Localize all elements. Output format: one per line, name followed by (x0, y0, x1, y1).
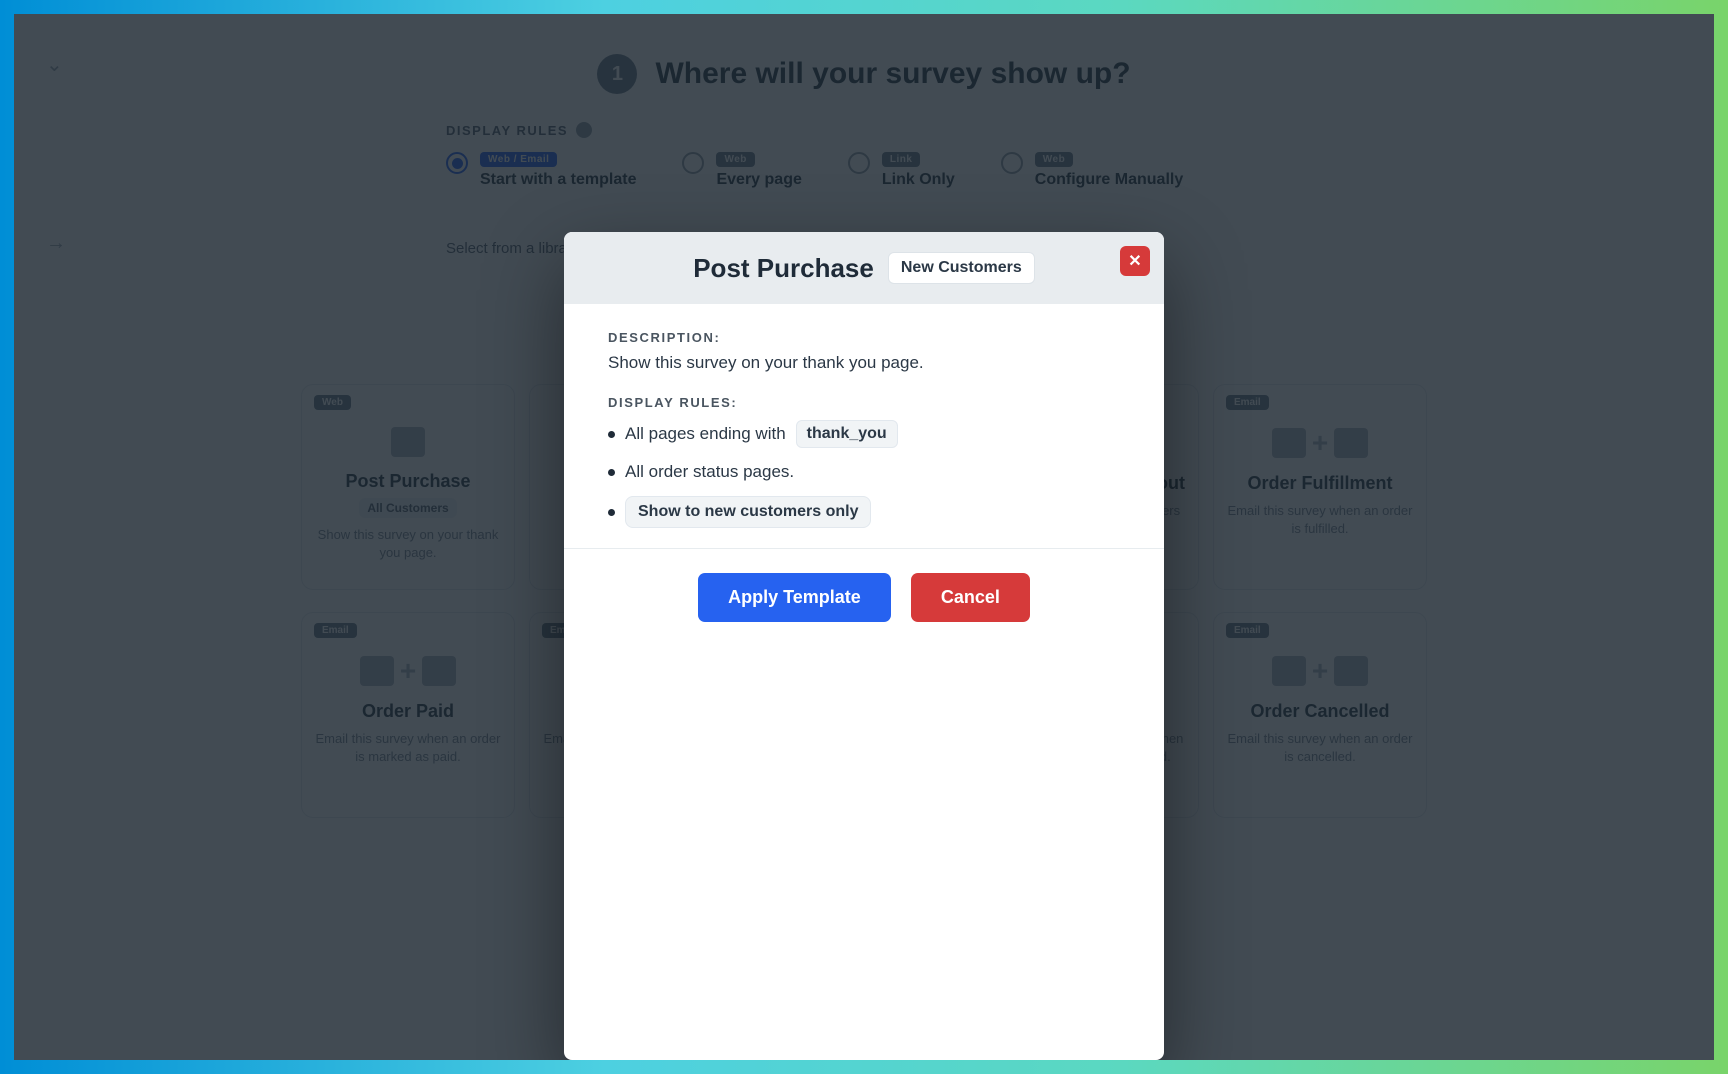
close-button[interactable]: ✕ (1120, 246, 1150, 276)
rule-text: All order status pages. (625, 462, 794, 482)
rule-item: All pages ending with thank_you (608, 420, 1120, 448)
display-rules-list: All pages ending with thank_you All orde… (608, 420, 1120, 528)
modal-badge: New Customers (888, 252, 1035, 284)
description-heading: DESCRIPTION: (608, 330, 1120, 345)
description-text: Show this survey on your thank you page. (608, 353, 1120, 373)
rule-item: Show to new customers only (608, 496, 1120, 528)
app-viewport: ⌄ → 1 Where will your survey show up? DI… (14, 14, 1714, 1060)
outer-gradient-frame: ⌄ → 1 Where will your survey show up? DI… (0, 0, 1728, 1074)
apply-template-button[interactable]: Apply Template (698, 573, 891, 622)
modal-body: DESCRIPTION: Show this survey on your th… (564, 304, 1164, 548)
rule-prefix: All pages ending with (625, 424, 786, 444)
close-icon: ✕ (1128, 251, 1141, 271)
modal-title: Post Purchase (693, 253, 874, 284)
rule-code-chip: thank_you (796, 420, 898, 448)
modal-footer: Apply Template Cancel (564, 548, 1164, 646)
rule-pill: Show to new customers only (625, 496, 871, 528)
modal-header: Post Purchase New Customers (564, 232, 1164, 304)
cancel-button[interactable]: Cancel (911, 573, 1030, 622)
rule-item: All order status pages. (608, 462, 1120, 482)
template-details-modal: ✕ Post Purchase New Customers DESCRIPTIO… (564, 232, 1164, 1060)
display-rules-heading: DISPLAY RULES: (608, 395, 1120, 410)
